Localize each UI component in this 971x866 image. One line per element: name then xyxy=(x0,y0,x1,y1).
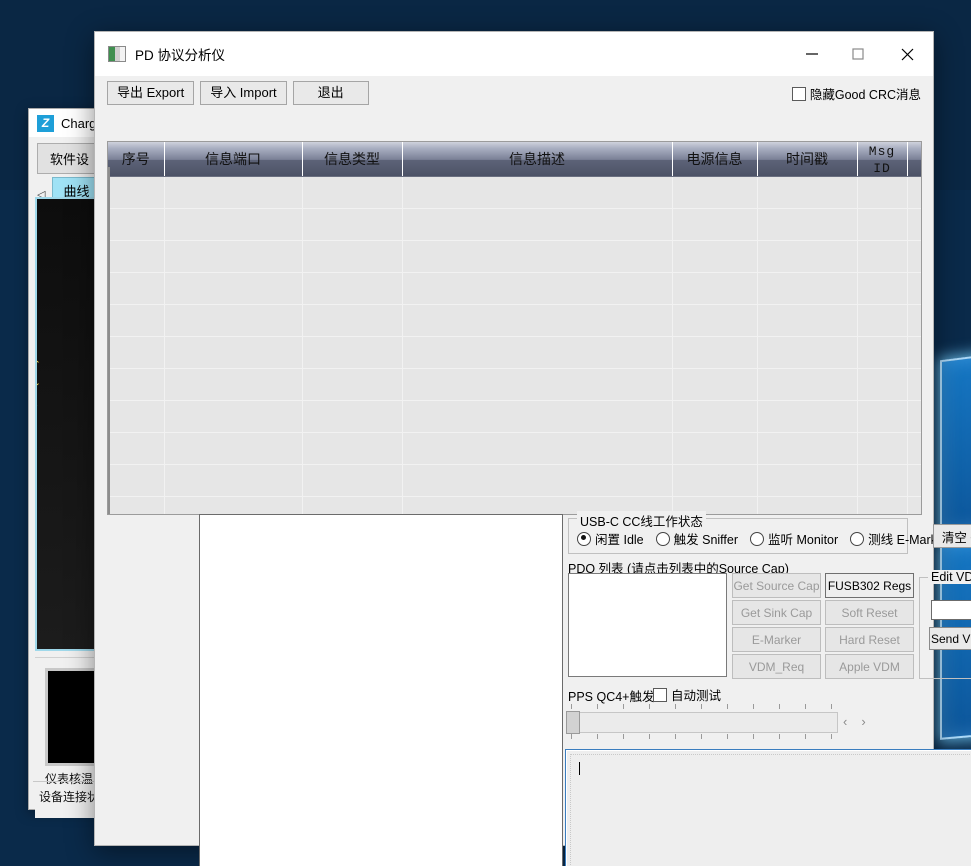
minimize-button[interactable] xyxy=(789,32,835,76)
cc-state-radio-group: 闲置 Idle 触发 Sniffer 监听 Monitor 测线 E-Marke… xyxy=(577,529,948,548)
radio-monitor-label: 监听 Monitor xyxy=(768,529,838,548)
chart-y-axis-label: 伏特(Volt) xyxy=(35,359,40,411)
import-button[interactable]: 导入 Import xyxy=(200,81,286,106)
table-row[interactable] xyxy=(108,369,921,401)
column-header-timestamp[interactable]: 时间戳 xyxy=(757,142,857,177)
table-body[interactable] xyxy=(108,177,921,516)
slider-thumb[interactable] xyxy=(566,711,580,734)
fusb302-regs-button[interactable]: FUSB302 Regs xyxy=(825,573,914,598)
text-caret xyxy=(579,762,580,775)
get-source-cap-button[interactable]: Get Source Cap xyxy=(732,573,821,598)
e-marker-button[interactable]: E-Marker xyxy=(732,627,821,652)
slider-ticks-top xyxy=(571,704,833,709)
radio-icon xyxy=(577,532,591,546)
table-row[interactable] xyxy=(108,337,921,369)
hide-good-crc-checkbox[interactable]: 隐藏Good CRC消息 xyxy=(792,84,921,103)
table-left-edge xyxy=(108,167,110,514)
column-header-seq[interactable]: 序号 xyxy=(108,142,164,177)
exit-button[interactable]: 退出 xyxy=(293,81,369,106)
pps-slider[interactable] xyxy=(566,704,836,740)
pps-trigger-label: PPS QC4+触发 xyxy=(568,686,655,705)
column-header-description[interactable]: 信息描述 xyxy=(402,142,672,177)
maximize-button[interactable] xyxy=(835,32,881,76)
table-row[interactable] xyxy=(108,401,921,433)
step-prev-icon[interactable]: ‹ xyxy=(843,714,847,729)
command-button-grid: Get Source Cap FUSB302 Regs Get Sink Cap… xyxy=(732,573,912,675)
apple-vdm-button[interactable]: Apple VDM xyxy=(825,654,914,679)
pd-toolbar: 导出 Export 导入 Import 退出 隐藏Good CRC消息 xyxy=(95,76,933,110)
pps-step-controls: ‹ › xyxy=(843,714,893,729)
z-logo-icon: Z xyxy=(37,115,54,132)
radio-idle[interactable]: 闲置 Idle xyxy=(577,529,644,548)
table-row[interactable] xyxy=(108,177,921,209)
checkbox-icon xyxy=(653,688,667,702)
clear-button[interactable]: 清空 Clear xyxy=(933,524,971,548)
message-table[interactable]: 序号 信息端口 信息类型 信息描述 电源信息 时间戳 Msg ID xyxy=(107,141,922,515)
column-header-port[interactable]: 信息端口 xyxy=(164,142,302,177)
pd-window-titlebar[interactable]: PD 协议分析仪 xyxy=(95,32,933,76)
app-icon xyxy=(108,46,126,62)
export-button[interactable]: 导出 Export xyxy=(107,81,194,106)
table-row[interactable] xyxy=(108,241,921,273)
table-row[interactable] xyxy=(108,497,921,516)
table-row[interactable] xyxy=(108,209,921,241)
edit-vdm-legend: Edit VDM xyxy=(928,570,971,584)
radio-sniffer[interactable]: 触发 Sniffer xyxy=(656,529,738,548)
column-header-msg-id[interactable]: Msg ID xyxy=(857,142,907,177)
radio-monitor[interactable]: 监听 Monitor xyxy=(750,529,838,548)
output-panel[interactable] xyxy=(199,514,563,866)
cc-state-group: USB-C CC线工作状态 闲置 Idle 触发 Sniffer 监听 Moni… xyxy=(568,518,908,554)
slider-ticks-bottom xyxy=(571,734,833,739)
pd-analyzer-window[interactable]: PD 协议分析仪 导出 Export 导入 Import 退出 隐藏Good C… xyxy=(94,31,934,846)
auto-test-checkbox[interactable]: 自动测试 xyxy=(653,685,721,704)
radio-icon xyxy=(656,532,670,546)
table-row[interactable] xyxy=(108,305,921,337)
log-textarea[interactable]: ⌃ ⌄ xyxy=(565,749,971,866)
device-connection-status: 设备连接状 xyxy=(39,788,99,805)
background-window-title: Charg xyxy=(61,116,96,131)
software-settings-button[interactable]: 软件设 xyxy=(37,143,102,174)
radio-icon xyxy=(850,532,864,546)
table-header-row: 序号 信息端口 信息类型 信息描述 电源信息 时间戳 Msg ID xyxy=(108,142,921,177)
pdo-list[interactable] xyxy=(568,573,727,677)
column-header-type[interactable]: 信息类型 xyxy=(302,142,402,177)
radio-icon xyxy=(750,532,764,546)
window-controls xyxy=(789,32,933,76)
radio-sniffer-label: 触发 Sniffer xyxy=(674,529,738,548)
close-button[interactable] xyxy=(881,32,933,76)
checkbox-icon xyxy=(792,87,806,101)
step-next-icon[interactable]: › xyxy=(861,714,865,729)
log-text-region[interactable] xyxy=(570,754,971,866)
hide-good-crc-label: 隐藏Good CRC消息 xyxy=(810,84,921,103)
table-row[interactable] xyxy=(108,465,921,497)
vdm-req-button[interactable]: VDM_Req xyxy=(732,654,821,679)
pd-window-title: PD 协议分析仪 xyxy=(135,44,225,64)
cc-state-legend: USB-C CC线工作状态 xyxy=(577,511,706,530)
get-sink-cap-button[interactable]: Get Sink Cap xyxy=(732,600,821,625)
table-row[interactable] xyxy=(108,433,921,465)
soft-reset-button[interactable]: Soft Reset xyxy=(825,600,914,625)
vdm-input[interactable] xyxy=(931,600,971,620)
auto-test-label: 自动测试 xyxy=(671,685,721,704)
hard-reset-button[interactable]: Hard Reset xyxy=(825,627,914,652)
radio-idle-label: 闲置 Idle xyxy=(595,529,644,548)
column-header-power-info[interactable]: 电源信息 xyxy=(672,142,757,177)
column-header-filler xyxy=(907,142,921,177)
send-vdm-button[interactable]: Send VDM xyxy=(929,627,971,650)
slider-track[interactable] xyxy=(566,712,838,733)
wallpaper-pane-1 xyxy=(940,344,971,534)
table-row[interactable] xyxy=(108,273,921,305)
